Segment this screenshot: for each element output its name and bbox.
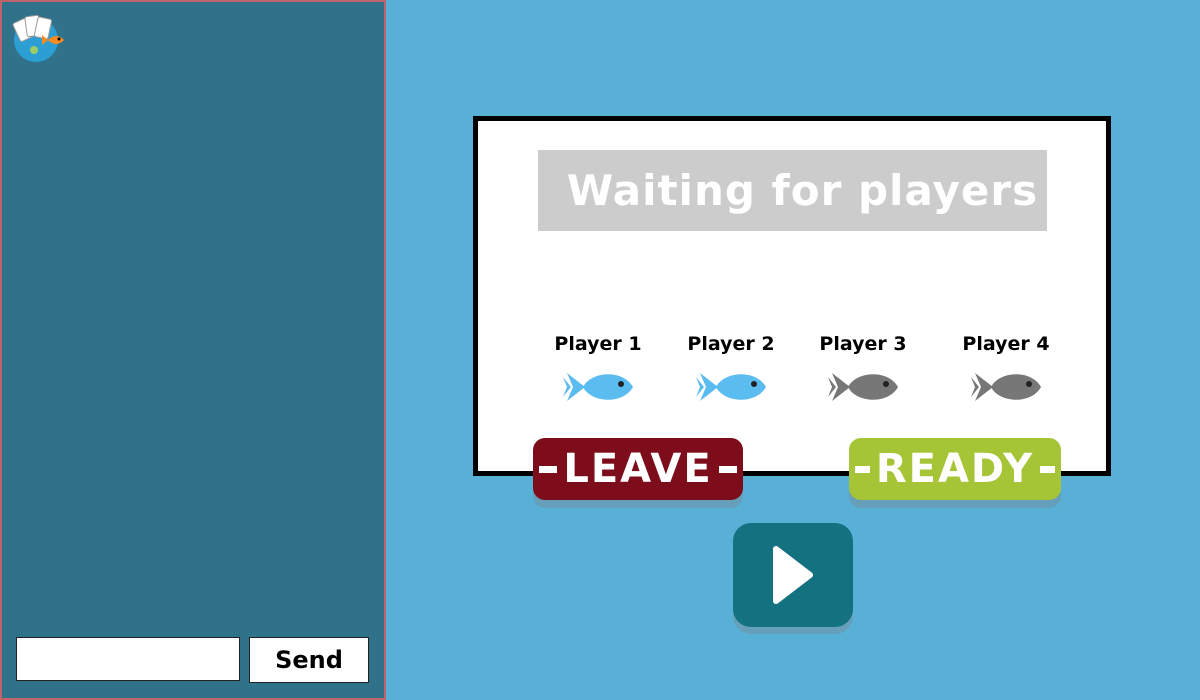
ready-button[interactable]: READY [849,438,1061,500]
page-title: Waiting for players [566,166,1039,215]
player-slot-1: Player 1 [538,333,658,405]
fish-icon [971,373,1041,401]
game-logo-icon [12,14,64,62]
dash-decoration [718,465,737,473]
lobby-panel: Waiting for players Player 1 Player 2 Pl… [473,116,1111,476]
leave-button-label: LEAVE [563,446,713,492]
player-slot-4: Player 4 [946,333,1066,405]
player-label: Player 2 [687,333,775,355]
fish-icon [828,373,898,401]
game-screen: Send Waiting for players Player 1 Player… [0,0,1200,700]
play-icon [773,546,813,604]
dash-decoration [855,465,870,473]
ready-button-label: READY [875,446,1035,492]
dash-decoration [539,465,558,473]
chat-message-input[interactable] [16,637,240,681]
player-label: Player 1 [554,333,642,355]
player-slot-2: Player 2 [671,333,791,405]
fish-icon [696,373,766,401]
chat-panel: Send [0,0,386,700]
player-label: Player 4 [962,333,1050,355]
title-banner: Waiting for players [538,150,1047,231]
play-button[interactable] [733,523,853,627]
send-button[interactable]: Send [249,637,369,683]
leave-button[interactable]: LEAVE [533,438,743,500]
fish-icon [563,373,633,401]
dash-decoration [1040,465,1055,473]
player-slot-3: Player 3 [803,333,923,405]
player-label: Player 3 [819,333,907,355]
